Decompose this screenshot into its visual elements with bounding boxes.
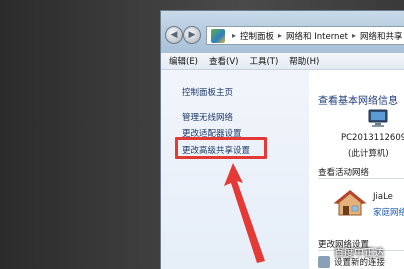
menu-view[interactable]: 查看(V) (209, 55, 238, 67)
network-type-link[interactable]: 家庭网络 (373, 206, 404, 218)
breadcrumb-separator-icon: ▸ (232, 31, 237, 40)
menu-tools[interactable]: 工具(T) (249, 55, 278, 67)
control-panel-icon (211, 28, 225, 43)
link-manage-wireless[interactable]: 管理无线网络 (182, 111, 233, 123)
highlight-box (175, 137, 267, 159)
menu-edit[interactable]: 编辑(E) (169, 55, 198, 67)
breadcrumb-control-panel[interactable]: 控制面板 (240, 30, 274, 42)
network-name: JiaLe (373, 192, 393, 202)
menu-help[interactable]: 帮助(H) (289, 55, 319, 67)
connection-setup-icon (318, 256, 330, 268)
home-network-icon (333, 190, 367, 216)
breadcrumb-separator-icon: ▸ (278, 31, 283, 40)
computer-icon (368, 109, 388, 127)
breadcrumb-network-internet[interactable]: 网络和 Internet (286, 30, 348, 42)
menu-bar: 编辑(E) 查看(V) 工具(T) 帮助(H) (161, 53, 404, 70)
computer-name: PC20131126095 (341, 133, 404, 143)
left-navigation-pane: 控制面板主页 管理无线网络 更改适配器设置 更改高级共享设置 (161, 70, 309, 269)
back-button[interactable]: ◀ (165, 26, 183, 44)
link-control-panel-home[interactable]: 控制面板主页 (182, 86, 233, 98)
main-content-pane: 查看基本网络信息 PC20131126095 (此计算机) 查看活动网络 Jia… (309, 70, 404, 269)
computer-subtitle: (此计算机) (348, 149, 389, 159)
window-titlebar: ◀ ▶ ▸ 控制面板 ▸ 网络和 Internet ▸ 网络和共享 (161, 11, 404, 53)
page-title: 查看基本网络信息 (318, 96, 398, 107)
forward-button[interactable]: ▶ (183, 26, 201, 44)
watermark-text: 百度中正达 (334, 248, 384, 259)
section-divider (318, 178, 404, 179)
breadcrumb-separator-icon: ▸ (352, 31, 357, 40)
active-networks-label: 查看活动网络 (318, 168, 370, 178)
breadcrumb-network-sharing[interactable]: 网络和共享 (360, 30, 403, 42)
address-bar[interactable]: ▸ 控制面板 ▸ 网络和 Internet ▸ 网络和共享 (206, 26, 404, 45)
control-panel-window: ◀ ▶ ▸ 控制面板 ▸ 网络和 Internet ▸ 网络和共享 编辑(E) … (160, 10, 404, 269)
